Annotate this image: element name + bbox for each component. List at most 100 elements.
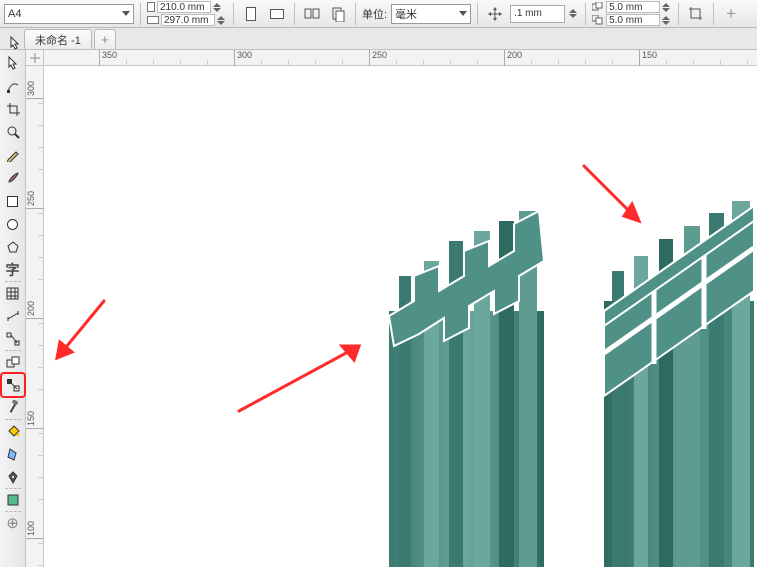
annotation-arrows (57, 166, 639, 411)
separator (585, 3, 586, 25)
ruler-tick: 200 (26, 301, 44, 319)
polygon-tool[interactable] (2, 236, 24, 258)
separator (678, 3, 679, 25)
nudge-icon-button[interactable] (484, 3, 506, 25)
ruler-tick: 250 (369, 50, 387, 66)
separator (713, 3, 714, 25)
rectangle-tool[interactable] (2, 190, 24, 212)
pointer-icon (9, 36, 21, 50)
page-width-field[interactable]: 210.0 mm (157, 1, 211, 13)
artistic-media-tool[interactable] (2, 167, 24, 189)
pointer-icon (7, 56, 19, 70)
nudge-value: .1 mm (514, 8, 542, 19)
artwork (44, 66, 757, 567)
dup-x-field[interactable]: 5.0 mm (606, 1, 660, 13)
pages-layout-button[interactable] (301, 3, 323, 25)
main-area: 字 (0, 50, 757, 567)
new-document-tab[interactable]: + (94, 29, 116, 49)
text-tool[interactable]: 字 (2, 259, 24, 281)
ruler-tick: 150 (639, 50, 657, 66)
document-tabs: 未命名 -1 + (0, 28, 757, 50)
separator (294, 3, 295, 25)
document-tab[interactable]: 未命名 -1 (24, 29, 92, 49)
blend-icon (6, 355, 20, 369)
quick-customize[interactable]: ⊕ (2, 512, 24, 534)
ruler-origin[interactable] (26, 50, 44, 66)
transparency-icon (6, 378, 20, 392)
facing-pages-button[interactable] (327, 3, 349, 25)
facing-icon (330, 6, 346, 22)
page-size-value: A4 (8, 8, 21, 20)
nudge-spinner[interactable] (569, 9, 579, 18)
brush-icon (6, 171, 20, 185)
height-spinner[interactable] (217, 16, 227, 25)
separator (233, 3, 234, 25)
fill-tool[interactable] (2, 489, 24, 511)
nudge-field[interactable]: .1 mm (510, 5, 565, 23)
dup-y-spinner[interactable] (662, 16, 672, 25)
nudge-icon (488, 7, 502, 21)
dup-y-field[interactable]: 5.0 mm (606, 14, 660, 26)
fill-icon (6, 493, 20, 507)
pick-tool[interactable] (2, 52, 24, 74)
portrait-button[interactable] (240, 3, 262, 25)
options-button[interactable] (685, 3, 707, 25)
shape-edit-icon (6, 79, 20, 93)
crop-icon (688, 6, 704, 22)
vertical-ruler[interactable]: 300 250 200 150 100 (26, 66, 44, 567)
dimension-icon (6, 309, 20, 323)
width-spinner[interactable] (213, 3, 223, 12)
dimension-tool[interactable] (2, 305, 24, 327)
pencil-icon (6, 148, 20, 162)
eyedropper-tool[interactable] (2, 397, 24, 419)
ruler-tick: 350 (99, 50, 117, 66)
page-size-select[interactable]: A4 (4, 4, 134, 24)
polygon-icon (6, 240, 20, 254)
ruler-tick: 200 (504, 50, 522, 66)
connector-tool[interactable] (2, 328, 24, 350)
dup-x-icon (592, 2, 604, 12)
toolbox: 字 (0, 50, 26, 567)
transparency-tool[interactable] (2, 374, 24, 396)
page-height-field[interactable]: 297.0 mm (161, 14, 215, 26)
plus-icon: + (101, 32, 109, 47)
landscape-button[interactable] (266, 3, 288, 25)
width-icon (147, 2, 155, 12)
unit-value: 毫米 (395, 6, 417, 22)
ruler-tick: 100 (26, 521, 44, 539)
unit-select[interactable]: 毫米 (391, 4, 471, 24)
ruler-tick: 250 (26, 191, 44, 209)
property-bar: A4 210.0 mm 297.0 mm 单位: 毫米 (0, 0, 757, 28)
chevron-down-icon (459, 11, 467, 16)
freehand-tool[interactable] (2, 144, 24, 166)
separator (140, 3, 141, 25)
ruler-tick: 300 (234, 50, 252, 66)
separator (477, 3, 478, 25)
smart-fill-tool[interactable] (2, 443, 24, 465)
height-icon (147, 16, 159, 24)
interactive-fill-tool[interactable] (2, 420, 24, 442)
chevron-down-icon (122, 11, 130, 16)
crop-icon (6, 102, 20, 116)
dup-y-icon (592, 15, 604, 25)
canvas-area: 350 300 250 200 150 100 300 250 200 150 100 (26, 50, 757, 567)
duplicate-offset: 5.0 mm 5.0 mm (592, 1, 672, 27)
outline-pen-tool[interactable] (2, 466, 24, 488)
drawing-canvas[interactable] (44, 66, 757, 567)
ellipse-tool[interactable] (2, 213, 24, 235)
add-button[interactable]: + (720, 3, 742, 25)
table-icon (6, 287, 19, 300)
document-tab-label: 未命名 -1 (35, 32, 81, 48)
crop-tool[interactable] (2, 98, 24, 120)
pages-icon (304, 6, 320, 22)
horizontal-ruler[interactable]: 350300250200150100 (44, 50, 757, 66)
dup-x-spinner[interactable] (662, 3, 672, 12)
ruler-tick: 300 (26, 81, 44, 99)
effects-tool[interactable] (2, 351, 24, 373)
ruler-tick: 150 (26, 411, 44, 429)
shape-edit-tool[interactable] (2, 75, 24, 97)
plus-icon: ⊕ (6, 514, 19, 532)
zoom-tool[interactable] (2, 121, 24, 143)
table-tool[interactable] (2, 282, 24, 304)
text-icon: 字 (6, 260, 20, 280)
